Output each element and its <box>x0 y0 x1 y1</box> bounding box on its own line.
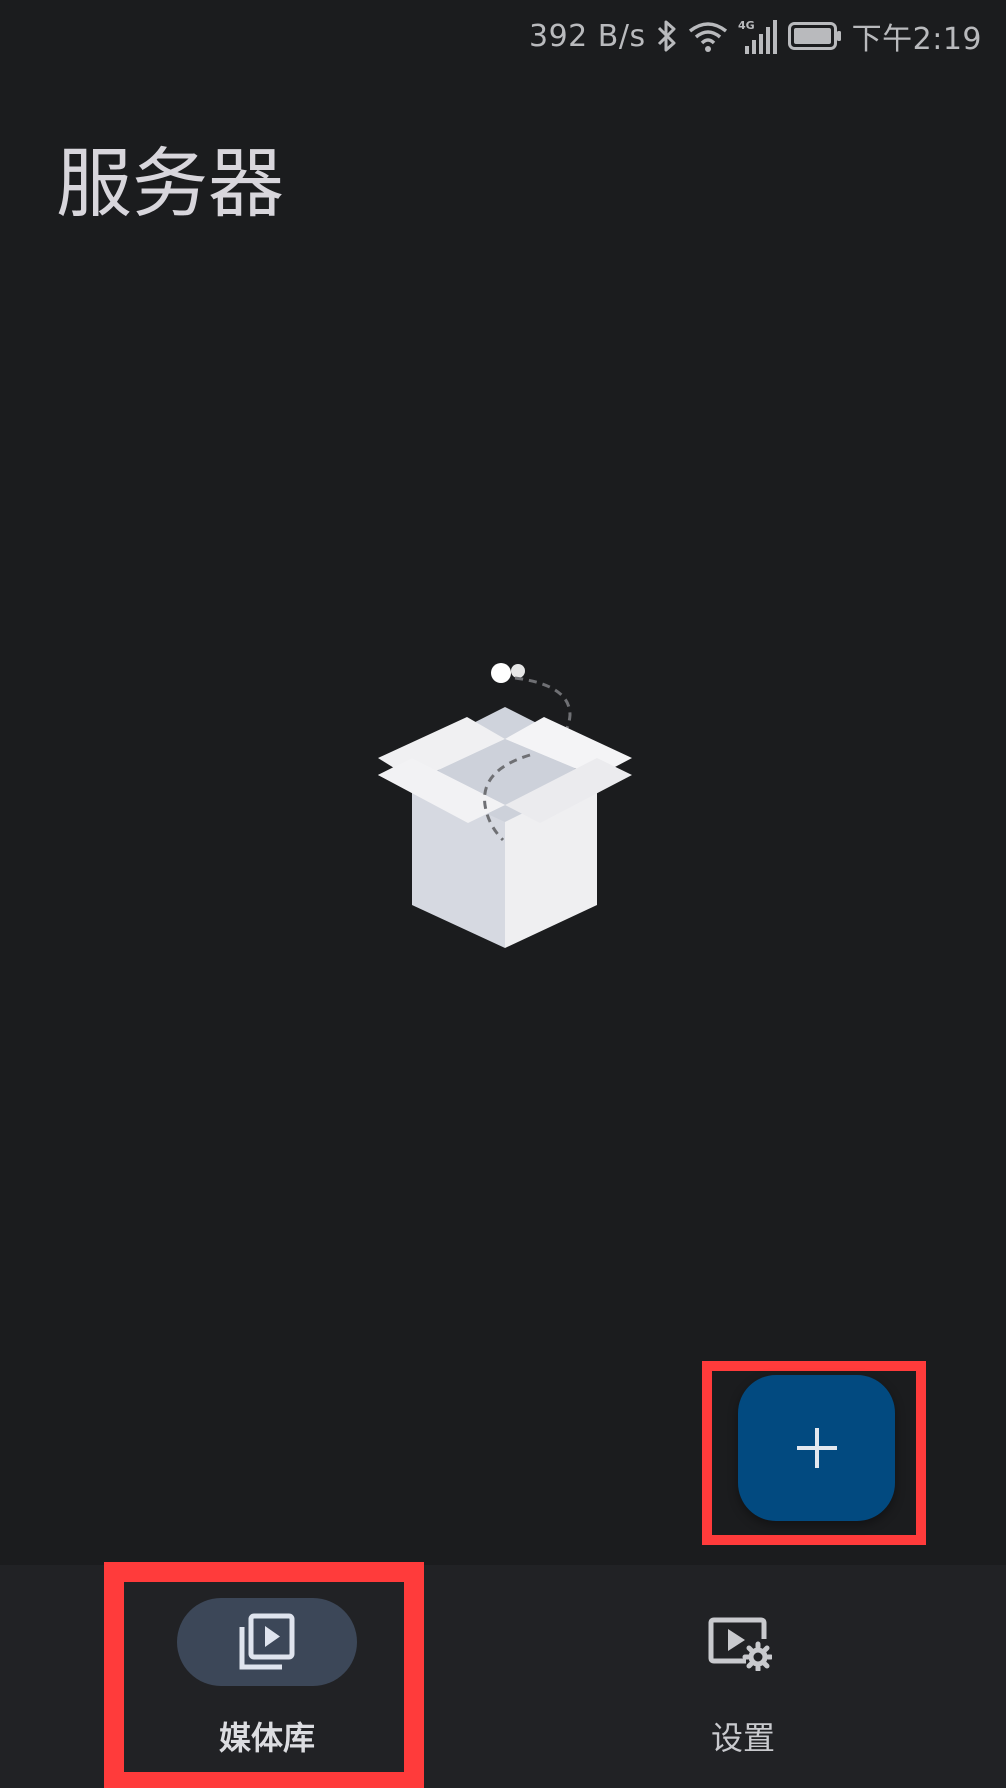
net-speed: 392 B/s <box>529 18 646 54</box>
status-bar-right: 392 B/s 4G 下午2:19 <box>529 14 982 58</box>
network-type: 4G <box>738 19 755 32</box>
status-bar: 392 B/s 4G 下午2:19 <box>0 0 1006 72</box>
nav-highlight-box <box>104 1562 424 1788</box>
add-server-button[interactable] <box>738 1375 895 1521</box>
plus-icon <box>794 1425 840 1471</box>
open-box-icon <box>370 655 640 955</box>
video-settings-icon <box>708 1615 772 1673</box>
bluetooth-icon <box>656 19 678 53</box>
signal-icon: 4G <box>738 16 778 56</box>
nav-label-settings: 设置 <box>710 1719 775 1757</box>
page-title: 服务器 <box>56 139 284 228</box>
wifi-icon <box>688 19 728 53</box>
clock: 下午2:19 <box>851 22 982 57</box>
battery-icon <box>787 21 842 51</box>
nav-item-settings[interactable]: 设置 <box>503 1565 1006 1788</box>
app-screen: 392 B/s 4G 下午2:19 服务器 媒体库 设置 <box>0 0 1006 1788</box>
